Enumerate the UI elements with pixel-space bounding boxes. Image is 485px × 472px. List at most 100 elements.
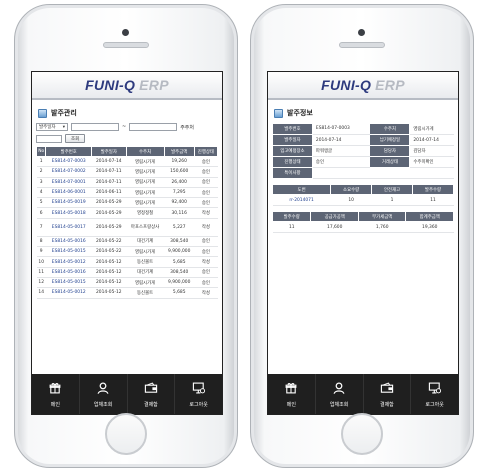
table-cell: 동신볼트 <box>126 287 165 299</box>
logout-icon <box>428 381 442 397</box>
column-header: 도번 <box>271 184 332 195</box>
order-number-link[interactable]: ES814-05-0016 <box>45 267 92 278</box>
table-cell: 승인 <box>194 246 218 258</box>
order-number-link[interactable]: ES814-07-0001 <box>45 177 92 188</box>
info-label: 진행상태 <box>272 156 313 168</box>
home-button[interactable] <box>341 413 383 455</box>
nav-label: 로그아웃 <box>189 401 208 408</box>
info-value: 김담자 <box>409 145 454 157</box>
table-row[interactable]: 11 ES814-05-0016 2014-05-12 대건기계 308,540 승인 <box>36 267 218 278</box>
table-row[interactable]: 7 ES814-05-0017 2014-05-29 마포스프랑상사 5,227 작성 <box>36 218 218 237</box>
table-cell: 승인 <box>194 166 218 178</box>
table-row[interactable]: 6 ES814-05-0018 2014-05-29 영정정철 30,116 작성 <box>36 207 218 219</box>
table-row[interactable]: 4 ES814-06-0001 2014-06-11 영림시가게 7,295 승인 <box>36 187 218 199</box>
table-cell: 4 <box>36 187 46 199</box>
info-row: 발주일자 2014-07-14 납기예정일 2014-07-14 <box>272 134 454 146</box>
app-logo[interactable]: FUNI-Q ERP <box>85 77 169 93</box>
table-cell: 308,540 <box>164 267 195 278</box>
table-cell: 7,295 <box>164 187 195 199</box>
table-cell: 마포스프랑상사 <box>126 218 165 237</box>
nav-item-1[interactable]: 업체조회 <box>316 374 364 414</box>
table-cell: 26,400 <box>164 177 195 188</box>
table-row[interactable]: 1 ES814-07-0003 2014-07-14 영림시가게 19,260 승인 <box>36 156 218 168</box>
page-icon <box>38 108 47 118</box>
column-header: 수주처 <box>125 146 165 157</box>
table-cell: 30,116 <box>164 207 195 219</box>
order-number-link[interactable]: ES814-07-0002 <box>45 166 92 178</box>
order-number-link[interactable]: ES814-05-0016 <box>45 236 92 248</box>
table-cell: 승인 <box>194 277 218 289</box>
user-icon <box>332 381 346 397</box>
table-cell: 2014-05-12 <box>91 277 126 289</box>
end-date-input[interactable] <box>129 123 178 131</box>
table-row[interactable]: 14 ES814-05-0012 2014-05-12 동신볼트 5,685 작성 <box>36 287 218 299</box>
info-value <box>312 167 454 179</box>
nav-item-3[interactable]: 로그아웃 <box>411 374 458 414</box>
table-cell: 동신볼트 <box>126 256 165 268</box>
order-number-link[interactable]: ES814-06-0001 <box>45 187 92 199</box>
table-cell: 9,900,000 <box>164 246 195 258</box>
table-cell: 19,360 <box>405 221 454 233</box>
order-summary-table: 발주수량 공급가공액 부가세금액 합계주금액 11 17,600 1,760 19,360 <box>271 211 454 233</box>
table-row[interactable]: 5 ES814-05-0019 2014-05-29 영림시가게 92,400 승인 <box>36 197 218 209</box>
table-row[interactable]: 8 ES814-05-0016 2014-05-22 대건기계 308,540 승인 <box>36 236 218 248</box>
nav-item-1[interactable]: 업체조회 <box>80 374 128 414</box>
gift-icon <box>48 381 62 397</box>
app-logo[interactable]: FUNI-Q ERP <box>321 77 405 93</box>
info-value: ES814-07-0003 <box>312 123 370 135</box>
info-value: 영림시가게 <box>409 123 454 135</box>
table-row[interactable]: 2 ES814-07-0002 2014-07-11 영림시가게 150,600 승인 <box>36 166 218 178</box>
filter-bar: 발주일자 ▾ ~ 주주처 <box>36 123 218 131</box>
nav-item-0[interactable]: 메인 <box>268 374 316 414</box>
wallet-icon <box>144 381 158 397</box>
table-cell: 승인 <box>194 156 218 168</box>
order-number-link[interactable]: ES814-05-0015 <box>45 277 92 289</box>
order-number-link[interactable]: ES814-05-0018 <box>45 207 92 219</box>
info-row: 진행상태 승인 거래상태 수주미확인 <box>272 156 454 168</box>
table-row[interactable]: 12 ES814-05-0015 2014-05-12 영림시가게 9,900,000 승… <box>36 277 218 289</box>
table-cell: 5,227 <box>164 218 195 237</box>
table-cell: 8 <box>36 236 46 248</box>
table-row[interactable]: 9 ES814-05-0015 2014-05-22 영림시가게 9,900,000 승인 <box>36 246 218 258</box>
start-date-input[interactable] <box>71 123 119 131</box>
vendor-input[interactable] <box>36 134 62 143</box>
table-cell: 5,685 <box>164 287 195 299</box>
info-label: 입고예정장소 <box>272 145 313 157</box>
table-cell: 9 <box>36 246 46 258</box>
table-cell: 2014-05-29 <box>91 218 126 237</box>
nav-item-2[interactable]: 결제함 <box>364 374 412 414</box>
date-type-select[interactable]: 발주일자 ▾ <box>36 123 68 131</box>
table-row[interactable]: 3 ES814-07-0001 2014-07-11 영림시가게 26,400 승인 <box>36 177 218 188</box>
table-cell: 작성 <box>194 256 218 268</box>
order-number-link[interactable]: ES814-05-0012 <box>45 287 92 299</box>
item-code-link[interactable]: rr-2014071 <box>272 194 331 206</box>
order-number-link[interactable]: ES814-05-0015 <box>45 246 92 258</box>
info-value: 2014-07-14 <box>312 134 370 146</box>
column-header: 안전재고 <box>371 184 414 195</box>
info-label: 담당자 <box>369 145 411 157</box>
home-button[interactable] <box>105 413 147 455</box>
search-button[interactable]: 조회 <box>65 134 86 143</box>
order-number-link[interactable]: ES814-05-0019 <box>45 197 92 209</box>
app-header: FUNI-Q ERP <box>32 72 222 100</box>
table-cell: 1 <box>371 194 413 206</box>
info-row: 입고예정장소 파워앵글 담당자 김담자 <box>272 145 454 157</box>
table-cell: 9,900,000 <box>164 277 195 289</box>
table-row[interactable]: 10 ES814-05-0012 2014-05-12 동신볼트 5,685 작성 <box>36 256 218 268</box>
table-cell: 12 <box>36 277 46 289</box>
table-cell: 150,600 <box>164 166 195 178</box>
table-cell: 2014-05-12 <box>91 256 126 268</box>
order-table: No 발주번호 발주일자 수주처 발주금액 진행상태 1 ES814-07-0003 2014… <box>35 146 219 299</box>
nav-item-2[interactable]: 결제함 <box>128 374 176 414</box>
table-cell: 2014-05-22 <box>91 246 126 258</box>
nav-item-0[interactable]: 메인 <box>32 374 80 414</box>
screen-order-list: FUNI-Q ERP 발주관리 발주일자 ▾ ~ 주주처 조회 No 발주번호 발주일자… <box>31 71 223 415</box>
column-header: 발주일자 <box>91 146 127 157</box>
logout-icon <box>192 381 206 397</box>
order-number-link[interactable]: ES814-05-0012 <box>45 256 92 268</box>
order-number-link[interactable]: ES814-07-0003 <box>45 156 92 168</box>
nav-label: 메인 <box>50 401 60 408</box>
table-cell: 17,600 <box>310 221 359 233</box>
order-number-link[interactable]: ES814-05-0017 <box>45 218 92 237</box>
nav-item-3[interactable]: 로그아웃 <box>175 374 222 414</box>
